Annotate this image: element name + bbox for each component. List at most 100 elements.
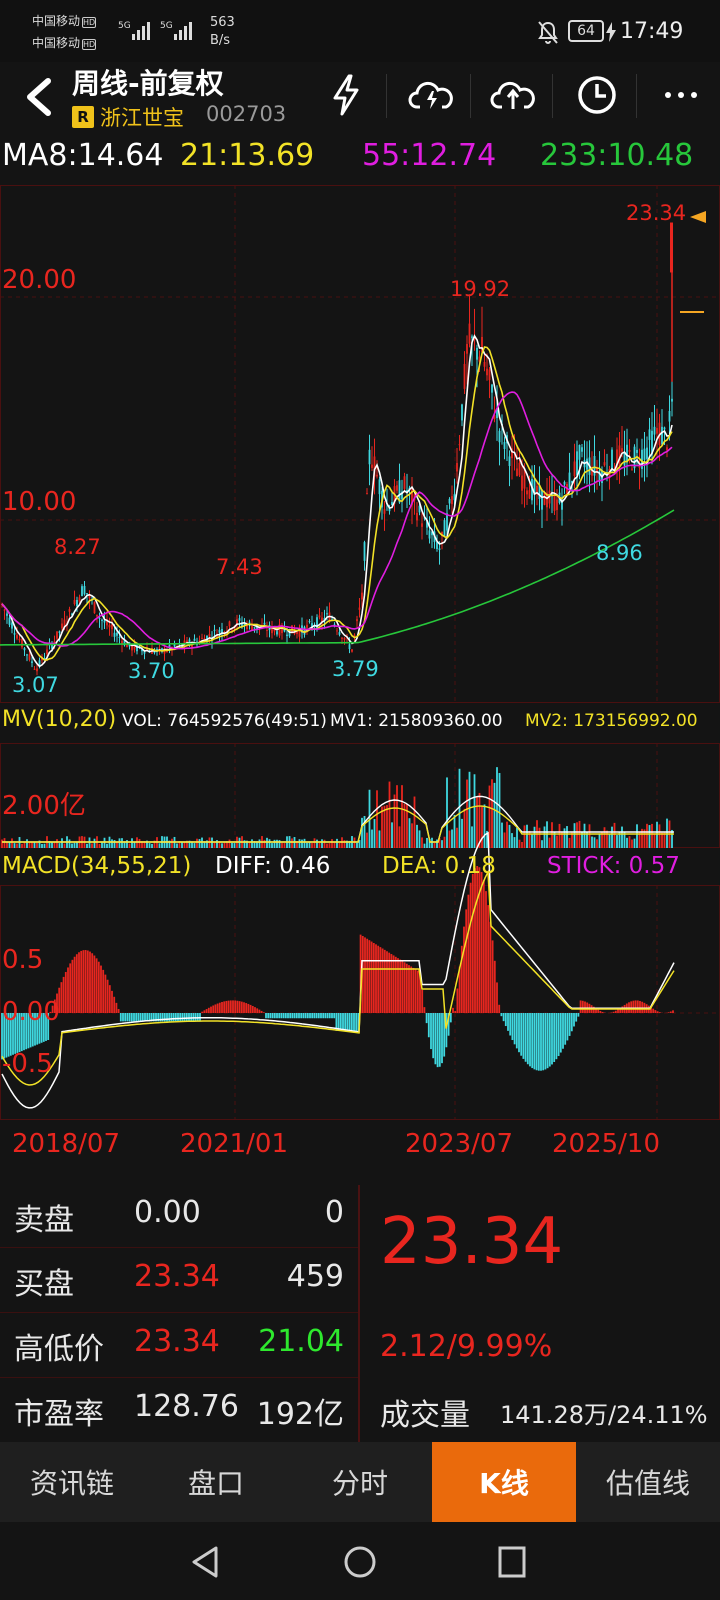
volume-bar [258,839,261,848]
volume-bar [451,829,453,848]
tab-order-book[interactable]: 盘口 [144,1442,288,1522]
volume-bar [56,839,58,848]
price-axis-label-20: 20.00 [2,265,77,295]
volume-bar [568,837,571,848]
volume-bar [386,805,388,848]
volume-bar [171,838,173,848]
volume-bar [211,837,213,848]
candle-body [648,429,651,440]
high-low-label: 高低价 [14,1332,104,1367]
volume-bar [566,826,568,848]
volume-bar [598,833,601,848]
kline-chart-svg[interactable] [0,185,720,1185]
tab-valuation[interactable]: 估值线 [576,1442,720,1522]
price-panel[interactable] [0,211,706,676]
history-button[interactable] [566,64,628,126]
candle-body [396,485,398,491]
cloud-download-button[interactable] [400,64,462,126]
back-icon [27,78,51,116]
tab-news-chain[interactable]: 资讯链 [0,1442,144,1522]
volume-bar [506,821,508,848]
header-separator [636,74,637,118]
volume-bar [278,840,281,848]
macd-stick: STICK: 0.57 [547,853,680,879]
candle-body [31,661,33,663]
volume-bar [611,826,613,848]
volume-bar [498,773,501,848]
x-axis-label: 2023/07 [405,1129,514,1159]
volume-bar [648,825,651,848]
candle-body [668,410,671,422]
svg-text:5G: 5G [118,21,131,31]
volume-bar [268,839,271,848]
macd-legend: MACD(34,55,21) DIFF: 0.46 DEA: 0.18 STIC… [0,853,720,885]
volume-bar [301,839,303,848]
volume-bar [446,777,448,848]
volume-bar [471,826,473,848]
volume-bar [418,830,421,848]
candle-body [3,609,6,611]
candle-body [421,523,423,527]
volume-ma-line [2,805,674,843]
volume-bar [511,833,513,848]
candle-body [488,369,491,381]
nav-home-button[interactable] [340,1542,380,1582]
volume-bar [26,839,28,848]
candle-body [568,472,571,488]
candle-body [498,430,501,443]
volume-bar [376,790,378,848]
volume-bar [466,779,468,848]
candle-body [508,456,511,467]
volume-bar [326,843,328,848]
volume-bar [283,843,286,848]
candle-body [646,447,648,459]
candle-body [218,629,221,633]
volume-bar [16,843,18,848]
candle-body [116,632,118,636]
high-label: 23.34 [626,201,687,225]
more-button[interactable] [650,64,712,126]
candle-body [563,481,566,485]
volume-bar [366,832,368,848]
volume-bar [36,842,38,848]
volume-panel[interactable] [1,767,674,848]
volume-bar [316,839,318,848]
candle-body [463,363,466,389]
high-price: 23.34 [134,1324,220,1359]
volume-bar [113,840,116,848]
volume-bar [263,839,266,848]
cloud-upload-button[interactable] [482,64,544,126]
macd-title: MACD(34,55,21) [2,853,192,879]
pe-value: 128.76 [134,1389,239,1424]
volume-bar [591,836,593,848]
volume-bar [658,824,661,848]
battery-icon: 64 [568,20,604,42]
candle-body [368,449,371,465]
nav-recents-button[interactable] [492,1542,532,1582]
tab-intraday[interactable]: 分时 [288,1442,432,1522]
volume-bar [121,838,123,848]
kline-chart[interactable]: 20.00 10.00 8.27 7.43 19.92 23.34 3.07 3… [0,185,720,1185]
volume-bar [303,838,306,848]
header-separator [552,74,553,118]
back-button[interactable] [8,66,70,128]
candle-body [238,618,241,621]
volume-bar [313,838,316,848]
volume-bar [106,843,108,848]
quick-trade-button[interactable] [315,64,377,126]
volume-bar [208,837,211,848]
volume-bar [636,824,638,848]
page-title: 周线-前复权 [72,67,224,100]
volume-bar [448,830,451,848]
volume-bar [336,838,338,848]
volume-bar [468,771,471,848]
volume-bar [556,835,558,848]
nav-back-button[interactable] [186,1542,226,1582]
candle-body [621,448,623,452]
volume-label: 成交量 [380,1398,470,1433]
volume-title: MV(10,20) [2,707,117,732]
volume-bar [98,843,101,848]
tab-kline[interactable]: K线 [432,1442,576,1522]
price-change: 2.12/9.99% [380,1329,553,1364]
candle-body [383,509,386,514]
